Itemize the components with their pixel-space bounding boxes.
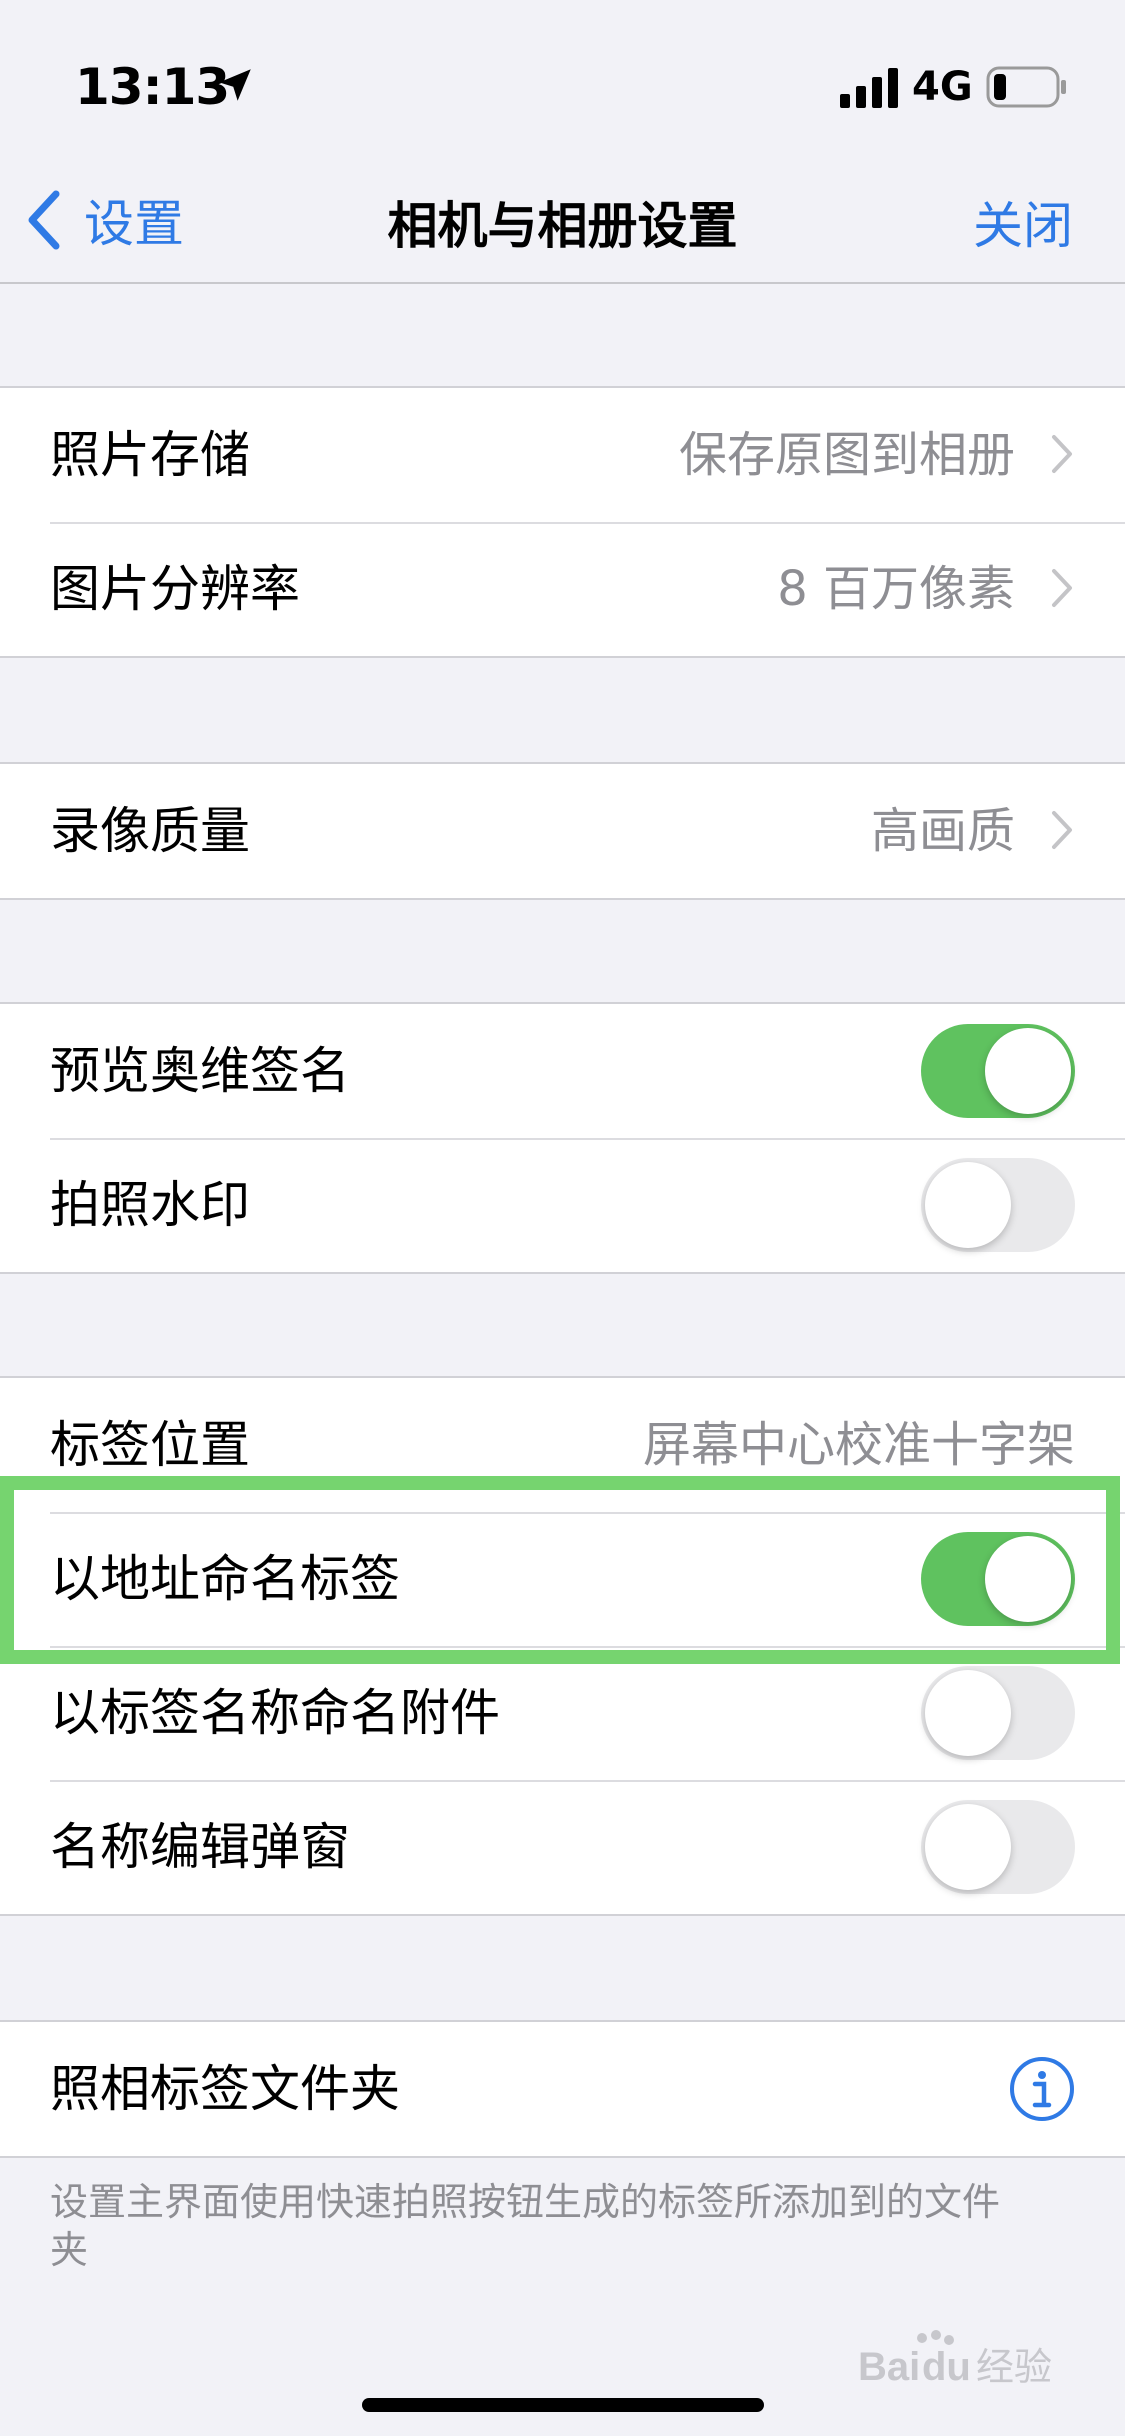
name-edit-popup-toggle[interactable] bbox=[921, 1800, 1075, 1894]
chevron-right-icon bbox=[1052, 569, 1072, 607]
page-title: 相机与相册设置 bbox=[387, 197, 738, 255]
photo-tag-folder-row[interactable]: 照相标签文件夹 bbox=[0, 2022, 1125, 2156]
name-attachment-by-tag-toggle[interactable] bbox=[921, 1666, 1075, 1760]
row-label: 预览奥维签名 bbox=[50, 1042, 350, 1100]
baidu-jingyan-watermark-logo: Bai du 经验 bbox=[858, 2330, 1052, 2389]
highlight-frame bbox=[0, 1476, 1120, 1664]
video-settings-group: 录像质量 高画质 bbox=[0, 762, 1125, 900]
row-label: 名称编辑弹窗 bbox=[50, 1818, 350, 1876]
svg-text:du: du bbox=[922, 2345, 971, 2389]
chevron-right-icon bbox=[1052, 811, 1072, 849]
close-button[interactable]: 关闭 bbox=[973, 186, 1073, 258]
cellular-signal-icon bbox=[840, 68, 898, 108]
row-label: 照相标签文件夹 bbox=[50, 2060, 400, 2118]
info-icon[interactable] bbox=[1009, 2056, 1075, 2122]
row-value: 高画质 bbox=[870, 803, 1015, 859]
row-label: 拍照水印 bbox=[50, 1176, 250, 1234]
toggle-knob bbox=[985, 1028, 1071, 1114]
navigation-bar: 设置 相机与相册设置 关闭 bbox=[0, 160, 1125, 284]
chevron-right-icon bbox=[1052, 435, 1072, 473]
row-label: 图片分辨率 bbox=[50, 560, 300, 618]
row-label: 以标签名称命名附件 bbox=[50, 1684, 500, 1742]
photo-watermark-row: 拍照水印 bbox=[0, 1138, 1125, 1272]
signature-settings-group: 预览奥维签名 拍照水印 bbox=[0, 1002, 1125, 1274]
toggle-knob bbox=[925, 1670, 1011, 1756]
folder-footer-note: 设置主界面使用快速拍照按钮生成的标签所添加到的文件夹 bbox=[50, 2180, 1001, 2272]
video-quality-row[interactable]: 录像质量 高画质 bbox=[0, 764, 1125, 898]
preview-signature-toggle[interactable] bbox=[921, 1024, 1075, 1118]
preview-signature-row: 预览奥维签名 bbox=[0, 1004, 1125, 1138]
row-value: 保存原图到相册 bbox=[678, 427, 1015, 483]
image-resolution-row[interactable]: 图片分辨率 8 百万像素 bbox=[0, 522, 1125, 656]
folder-settings-group: 照相标签文件夹 bbox=[0, 2020, 1125, 2158]
photo-storage-row[interactable]: 照片存储 保存原图到相册 bbox=[0, 388, 1125, 522]
name-attachment-by-tag-row: 以标签名称命名附件 bbox=[0, 1646, 1125, 1780]
name-edit-popup-row: 名称编辑弹窗 bbox=[0, 1780, 1125, 1914]
toggle-knob bbox=[925, 1804, 1011, 1890]
network-type: 4G bbox=[912, 64, 973, 110]
status-bar: 13:13 4G bbox=[0, 0, 1125, 160]
svg-text:经验: 经验 bbox=[976, 2345, 1052, 2389]
row-label: 照片存储 bbox=[50, 426, 250, 484]
battery-icon bbox=[986, 66, 1066, 108]
location-arrow-icon bbox=[219, 69, 251, 101]
status-time: 13:13 bbox=[75, 58, 230, 116]
home-indicator[interactable] bbox=[362, 2398, 764, 2412]
toggle-knob bbox=[925, 1162, 1011, 1248]
row-label: 录像质量 bbox=[50, 802, 250, 860]
storage-settings-group: 照片存储 保存原图到相册 图片分辨率 8 百万像素 bbox=[0, 386, 1125, 658]
photo-watermark-toggle[interactable] bbox=[921, 1158, 1075, 1252]
row-value: 8 百万像素 bbox=[777, 561, 1015, 617]
svg-text:Bai: Bai bbox=[858, 2345, 920, 2389]
